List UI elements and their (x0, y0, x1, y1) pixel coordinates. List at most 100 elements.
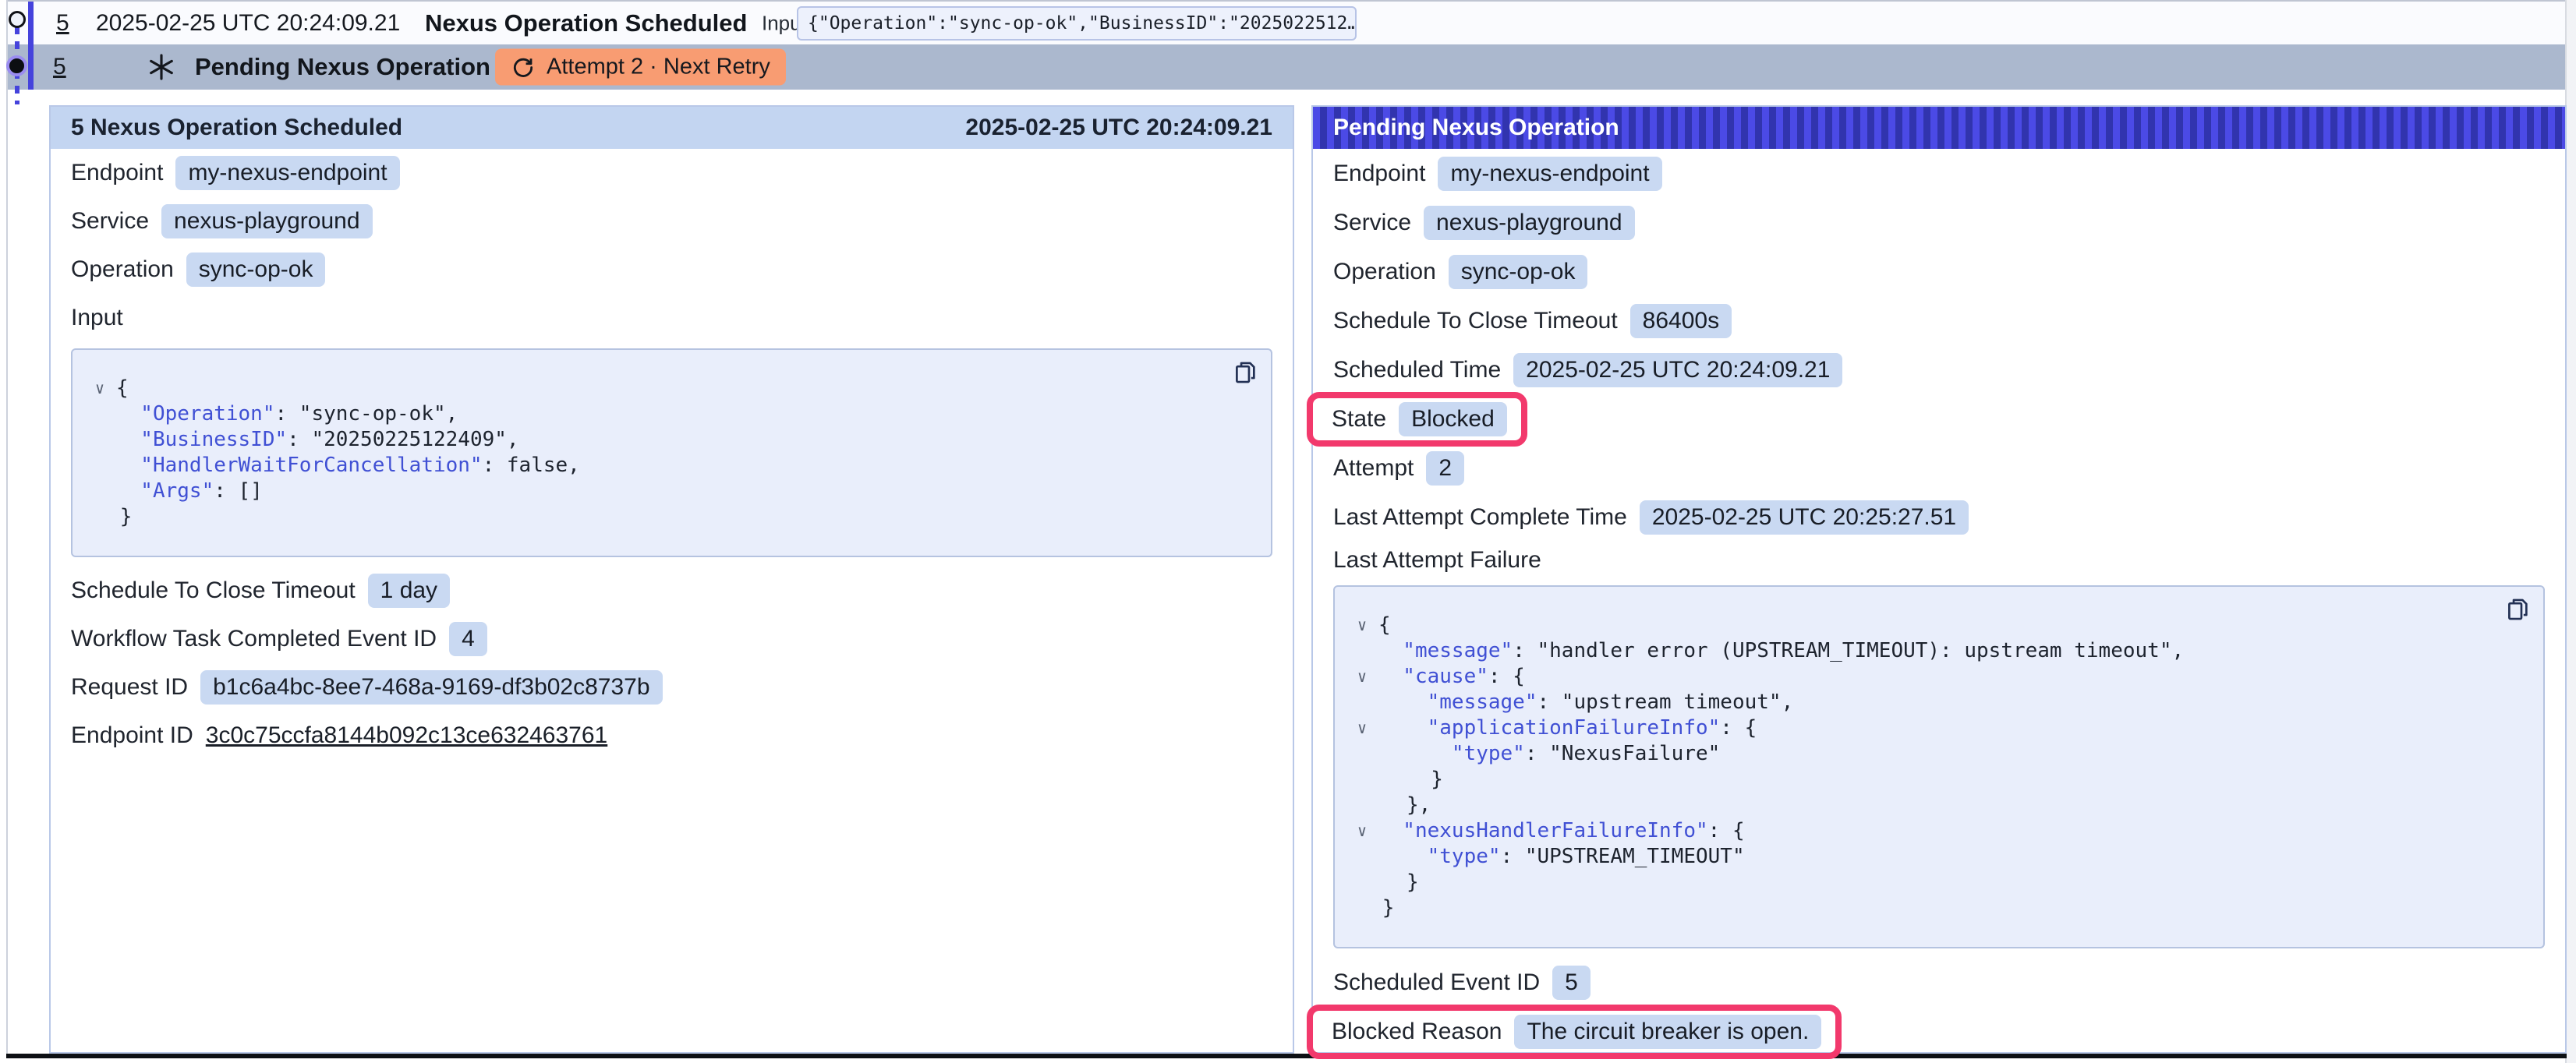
json-value: } (1407, 871, 1419, 894)
field-value-chip: nexus-playground (1424, 206, 1635, 240)
json-line-text: "message": "handler error (UPSTREAM_TIME… (1378, 638, 2184, 664)
json-line-text: "applicationFailureInfo": { (1378, 715, 1757, 741)
panel-header-pending: Pending Nexus Operation (1313, 107, 2565, 149)
field-row: Service nexus-playground (1333, 198, 2545, 247)
gutter-spacer (83, 479, 116, 504)
field-label: Operation (71, 256, 174, 283)
json-line: ∨"applicationFailureInfo": { (1346, 715, 2520, 741)
timeline-marker-pending-icon (6, 55, 27, 76)
event-row-scheduled[interactable]: 5 2025-02-25 UTC 20:24:09.21 Nexus Opera… (8, 2, 2565, 44)
field-value-chip: sync-op-ok (186, 253, 326, 287)
json-value: : { (1708, 819, 1745, 842)
field-value-chip: The circuit breaker is open. (1514, 1015, 1821, 1049)
json-key: "applicationFailureInfo" (1428, 716, 1721, 740)
panel-body: Endpointmy-nexus-endpoint Service nexus-pl… (1313, 149, 2565, 1056)
annotation-highlight: Blocked ReasonThe circuit breaker is ope… (1307, 1005, 1842, 1059)
panel-body: Endpointmy-nexus-endpointServicenexus-pl… (51, 149, 1293, 760)
copy-icon[interactable] (1232, 359, 1258, 386)
collapse-chevron-icon[interactable]: ∨ (83, 376, 116, 401)
json-value: : false, (483, 454, 580, 477)
json-line-text: } (1378, 767, 1443, 793)
json-line: "message": "upstream timeout", (1346, 690, 2520, 715)
json-key: "BusinessID" (140, 428, 287, 451)
field-label: Last Attempt Failure (1333, 547, 1541, 574)
timeline-marker-scheduled-icon (9, 11, 26, 28)
field-label: State (1332, 406, 1386, 433)
field-row: Attempt2 (1333, 443, 2545, 493)
annotation-highlight: StateBlocked (1307, 392, 1527, 447)
gutter-spacer (1346, 638, 1378, 664)
field-row: Operation sync-op-ok (1333, 247, 2545, 296)
event-id-link[interactable]: 5 (53, 54, 66, 80)
field-row: Endpointmy-nexus-endpoint (1333, 149, 2545, 198)
gutter-spacer (83, 504, 116, 530)
gutter-spacer (1346, 870, 1378, 895)
json-value: : "upstream timeout", (1537, 690, 1794, 714)
field-row: StateBlocked (1333, 394, 2545, 443)
pending-event-name: Pending Nexus Operation (195, 53, 490, 81)
json-line-text: } (116, 504, 132, 530)
field-row: Servicenexus-playground (71, 197, 1272, 245)
outer-border-left (6, 0, 8, 1054)
field-value-chip: 5 (1552, 966, 1591, 1000)
retry-badge-label: Attempt 2 · Next Retry (547, 55, 770, 80)
gutter-spacer (83, 401, 116, 427)
field-label: Endpoint ID (71, 722, 193, 749)
event-timestamp: 2025-02-25 UTC 20:24:09.21 (96, 10, 400, 37)
field-row: Endpoint ID 3c0c75ccfa8144b092c13ce632463… (71, 712, 1272, 760)
field-label: Service (1333, 210, 1411, 236)
field-value-chip: sync-op-ok (1449, 255, 1588, 289)
field-row: Last Attempt Failure (1333, 542, 2545, 579)
panel-timestamp: 2025-02-25 UTC 20:24:09.21 (965, 115, 1272, 141)
field-row: Blocked ReasonThe circuit breaker is ope… (1333, 1007, 2545, 1056)
json-line-text: "nexusHandlerFailureInfo": { (1378, 818, 1745, 844)
json-line: "Args": [] (83, 479, 1247, 504)
collapse-chevron-icon[interactable]: ∨ (1346, 818, 1378, 844)
collapse-chevron-icon[interactable]: ∨ (1346, 664, 1378, 690)
field-value-chip: 2025-02-25 UTC 20:24:09.21 (1513, 353, 1842, 387)
field-row: Workflow Task Completed Event ID4 (71, 615, 1272, 663)
field-label: Schedule To Close Timeout (1333, 308, 1618, 334)
field-label: Operation (1333, 259, 1436, 285)
field-value-link[interactable]: 3c0c75ccfa8144b092c13ce632463761 (206, 722, 607, 749)
json-key: "cause" (1403, 665, 1488, 688)
json-line-text: "message": "upstream timeout", (1378, 690, 1793, 715)
json-key: "Args" (140, 479, 214, 503)
gutter-spacer (1346, 690, 1378, 715)
json-key: "Operation" (140, 402, 274, 426)
field-label: Attempt (1333, 455, 1414, 482)
json-value: : [] (214, 479, 263, 503)
field-value-chip: my-nexus-endpoint (1438, 157, 1661, 191)
json-value: : "NexusFailure" (1525, 742, 1720, 765)
event-row-pending[interactable]: 5 Pending Nexus Operation Attempt 2 · Ne… (8, 44, 2565, 90)
gutter-spacer (1346, 844, 1378, 870)
input-preview-chip[interactable]: {"Operation":"sync-op-ok","BusinessID":"… (797, 6, 1357, 41)
field-value-chip: b1c6a4bc-8ee7-468a-9169-df3b02c8737b (200, 670, 662, 705)
collapse-chevron-icon[interactable]: ∨ (1346, 613, 1378, 638)
scrollbar-track[interactable] (2565, 0, 2576, 1063)
json-line: ∨{ (1346, 613, 2520, 638)
field-row: Input (71, 294, 1272, 342)
gutter-spacer (83, 453, 116, 479)
json-key: "message" (1403, 639, 1513, 662)
field-row: Schedule To Close Timeout86400s (1333, 296, 2545, 345)
json-line-text: "cause": { (1378, 664, 1525, 690)
field-value-chip: 1 day (368, 574, 450, 608)
gutter-spacer (1346, 793, 1378, 818)
json-value: { (1378, 613, 1391, 637)
json-viewer: ∨{"message": "handler error (UPSTREAM_TI… (1333, 585, 2545, 948)
json-value: { (116, 376, 129, 400)
json-key: "type" (1452, 742, 1525, 765)
copy-icon[interactable] (2504, 596, 2531, 623)
timeline-active-bar (28, 2, 34, 90)
json-key: "type" (1428, 845, 1501, 868)
json-value: : { (1720, 716, 1757, 740)
field-label: Request ID (71, 674, 188, 701)
gutter-spacer (1346, 767, 1378, 793)
json-line-text: "Operation": "sync-op-ok", (116, 401, 458, 427)
json-key: "HandlerWaitForCancellation" (140, 454, 482, 477)
event-detail-panel-scheduled: 5 Nexus Operation Scheduled 2025-02-25 U… (49, 105, 1294, 1054)
json-value: : "sync-op-ok", (274, 402, 458, 426)
event-id-link[interactable]: 5 (56, 10, 69, 37)
collapse-chevron-icon[interactable]: ∨ (1346, 715, 1378, 741)
